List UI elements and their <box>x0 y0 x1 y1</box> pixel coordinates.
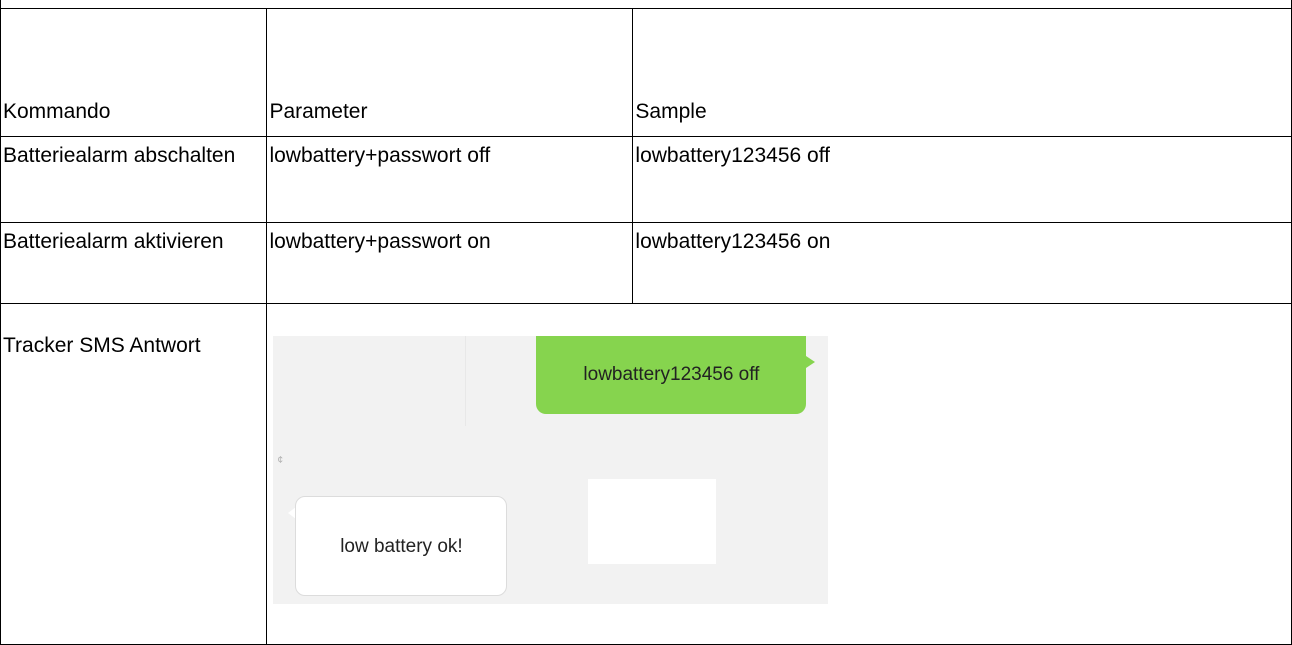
header-command: Kommando <box>0 40 268 137</box>
sent-message-bubble: lowbattery123456 off <box>536 336 807 414</box>
cell-parameter: lowbattery+passwort off <box>266 136 634 223</box>
header-parameter: Parameter <box>266 40 634 137</box>
table-row: Batteriealarm aktivieren lowbattery+pass… <box>0 222 1292 304</box>
stray-mark: ¢ <box>277 455 283 466</box>
divider <box>465 336 467 426</box>
table-header-row: Kommando Parameter Sample <box>0 40 1292 137</box>
table-spacer-row <box>0 8 1292 40</box>
cell-sample: lowbattery123456 on <box>632 222 1292 304</box>
top-border-left <box>0 0 1 8</box>
received-message-bubble: low battery ok! <box>295 496 508 596</box>
cell-command: Batteriealarm abschalten <box>0 136 268 223</box>
cell-sms-screenshot: ¢ lowbattery123456 off low battery ok! <box>266 303 1292 645</box>
header-sample: Sample <box>632 40 1292 137</box>
sms-response-row: Tracker SMS Antwort ¢ lowbattery123456 o… <box>0 303 1292 645</box>
cell-sample: lowbattery123456 off <box>632 136 1292 223</box>
blank-area <box>588 479 717 564</box>
cell-command: Batteriealarm aktivieren <box>0 222 268 304</box>
table-row: Batteriealarm abschalten lowbattery+pass… <box>0 136 1292 223</box>
cell-parameter: lowbattery+passwort on <box>266 222 634 304</box>
cell-sms-label: Tracker SMS Antwort <box>0 303 268 645</box>
sms-screenshot: ¢ lowbattery123456 off low battery ok! <box>273 336 829 604</box>
command-table: Kommando Parameter Sample Batteriealarm … <box>0 8 1292 645</box>
sent-bubble-tail <box>806 356 816 368</box>
